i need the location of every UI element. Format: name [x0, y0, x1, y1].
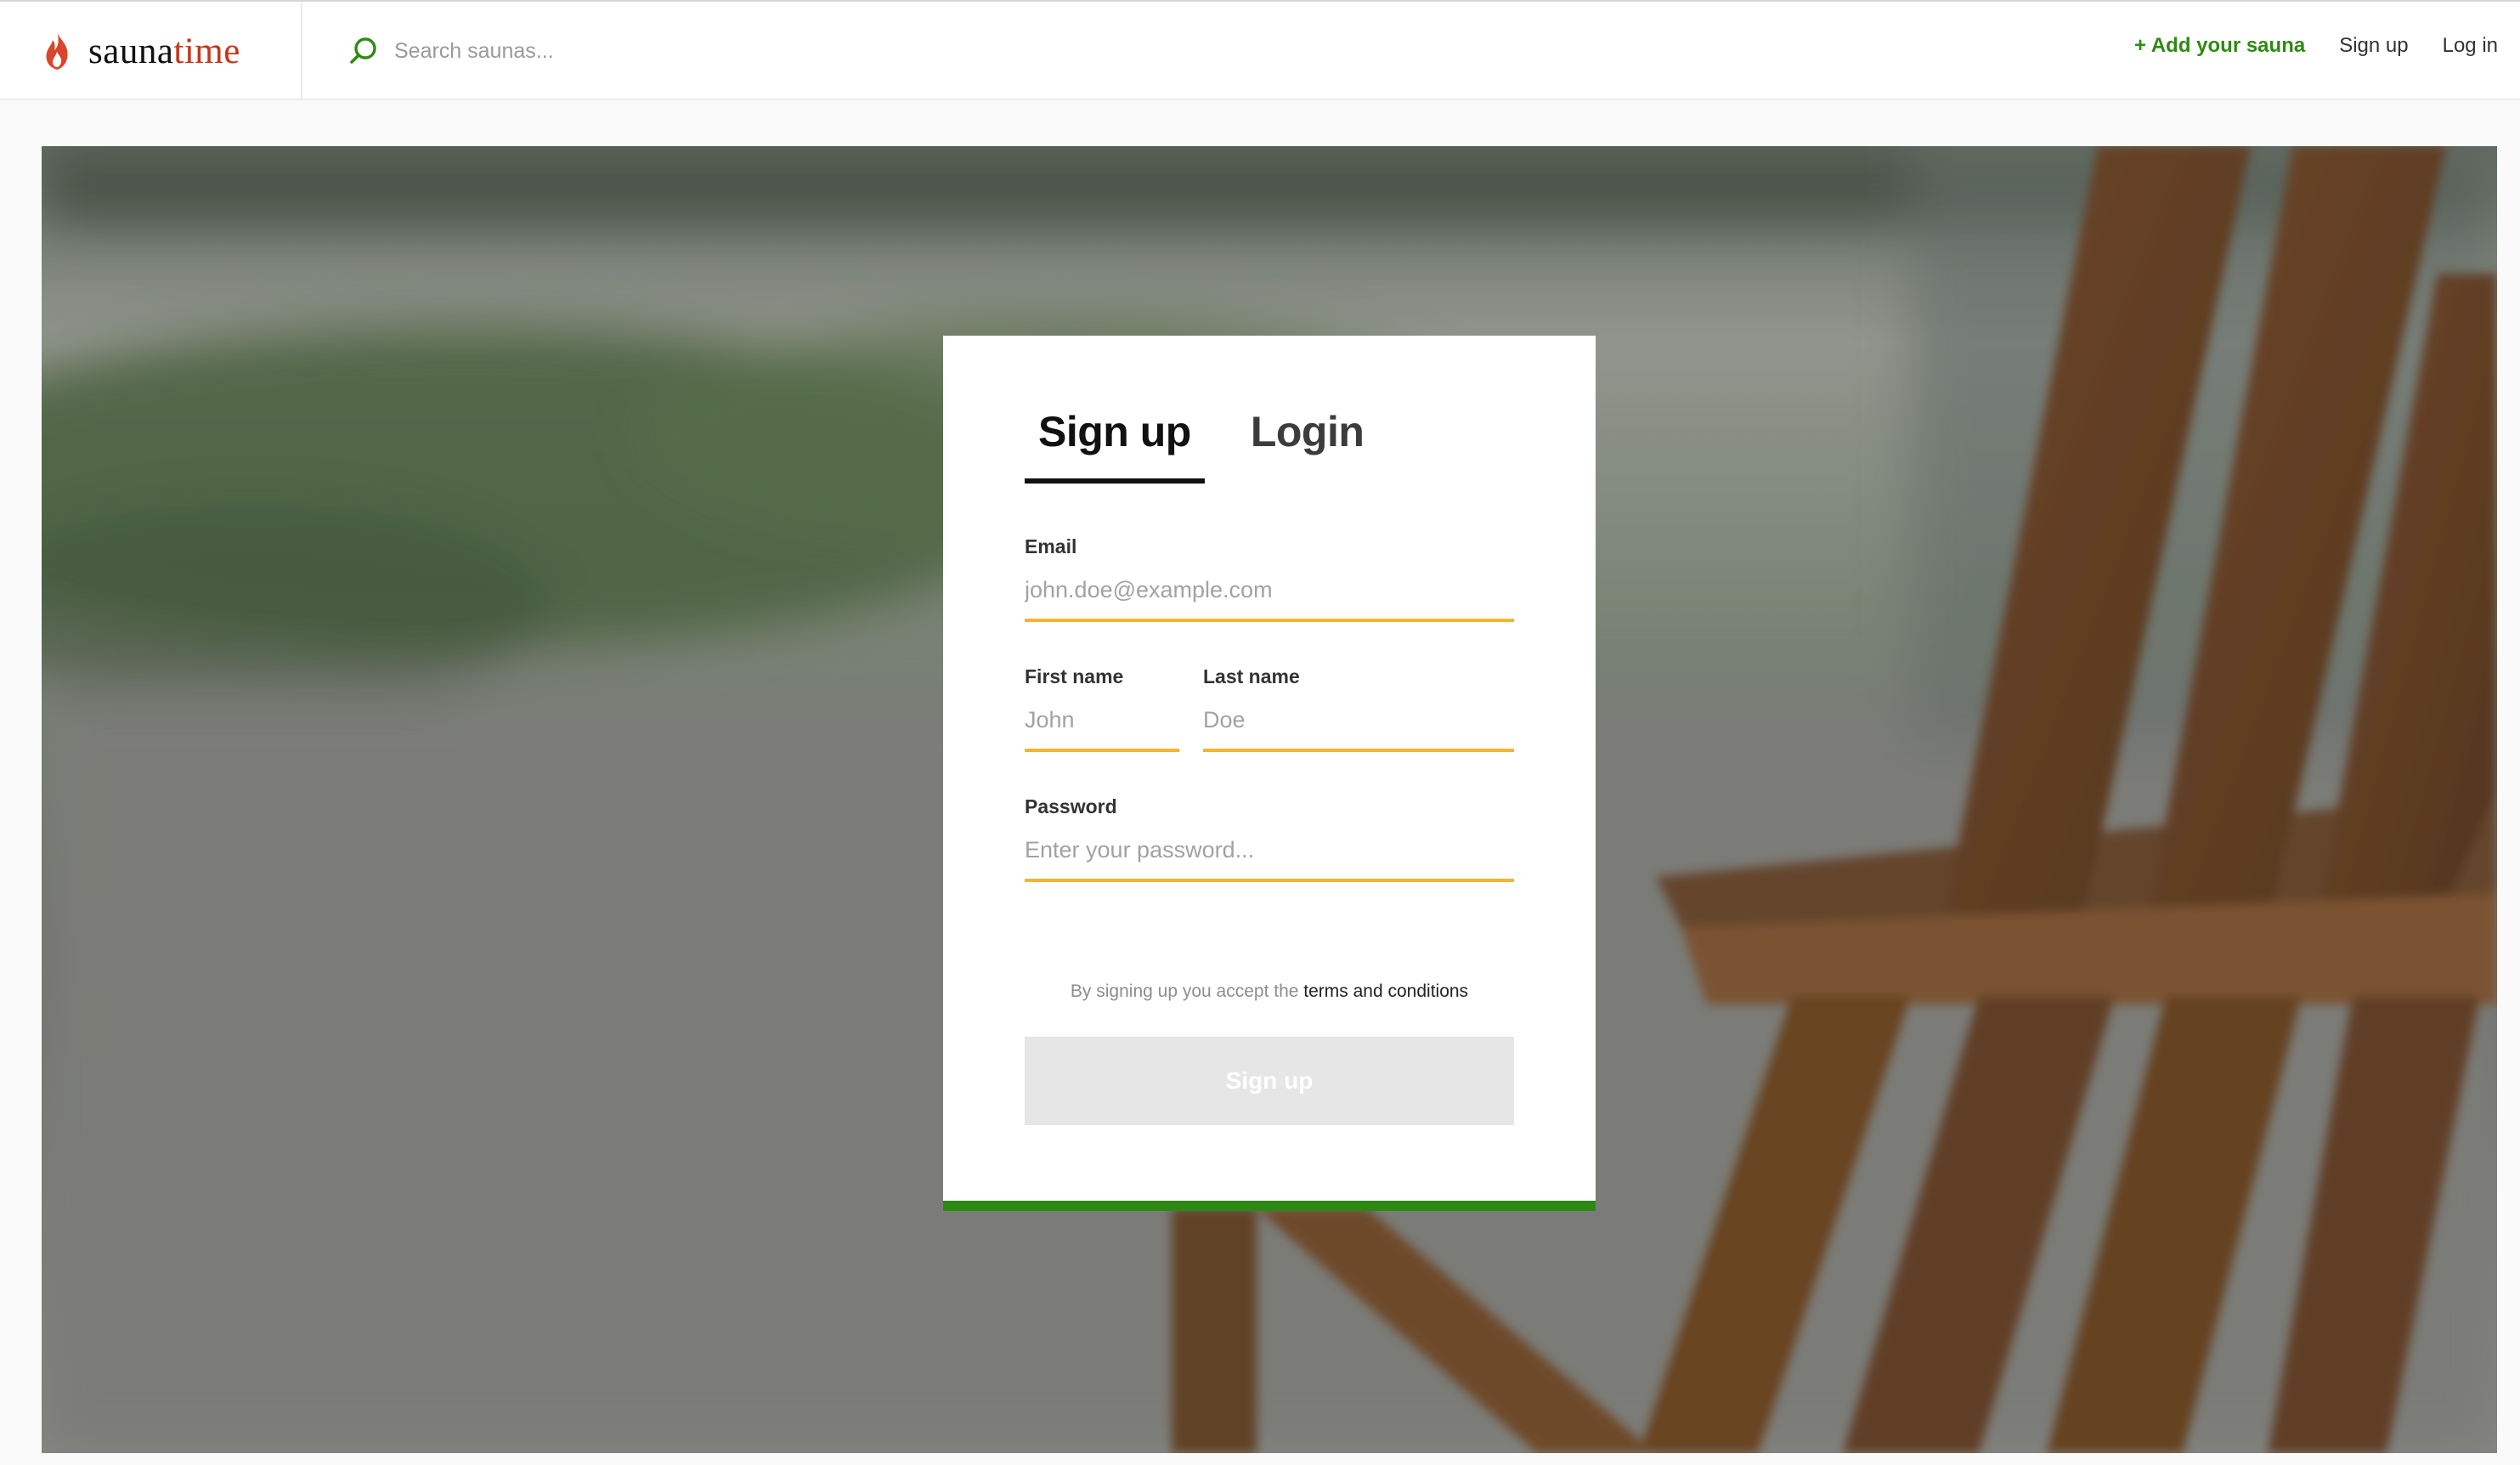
- logo[interactable]: saunatime: [39, 27, 240, 75]
- password-input[interactable]: [1025, 837, 1514, 882]
- header-divider: [301, 2, 302, 99]
- search-bar: [348, 34, 989, 68]
- password-label: Password: [1025, 795, 1117, 817]
- first-name-input[interactable]: [1025, 707, 1179, 752]
- auth-tabs: Sign up Login: [1025, 397, 1410, 484]
- search-icon[interactable]: [348, 36, 379, 66]
- email-input[interactable]: [1025, 577, 1514, 622]
- last-name-label: Last name: [1203, 665, 1300, 687]
- first-name-label: First name: [1025, 665, 1124, 687]
- terms-prefix: By signing up you accept the: [1070, 981, 1299, 1001]
- logo-word-time: time: [173, 31, 240, 71]
- terms-notice: By signing up you accept the terms and c…: [943, 981, 1596, 1002]
- last-name-input[interactable]: [1203, 707, 1514, 752]
- header-login-link[interactable]: Log in: [2443, 34, 2498, 58]
- terms-link[interactable]: terms and conditions: [1303, 981, 1468, 1001]
- auth-card: Sign up Login Email First name Last name…: [943, 336, 1596, 1211]
- email-field: Email: [1025, 535, 1514, 622]
- logo-wordmark: saunatime: [88, 31, 240, 72]
- email-label: Email: [1025, 535, 1077, 557]
- header-signup-link[interactable]: Sign up: [2339, 34, 2408, 58]
- first-name-field: First name: [1025, 665, 1179, 752]
- hero-background: Sign up Login Email First name Last name…: [42, 146, 2497, 1453]
- password-field: Password: [1025, 795, 1514, 882]
- sign-up-button[interactable]: Sign up: [1025, 1037, 1514, 1125]
- flame-icon: [46, 31, 68, 70]
- tab-login[interactable]: Login: [1237, 397, 1378, 484]
- site-header: saunatime + Add your sauna Sign up Log i…: [0, 2, 2520, 100]
- logo-word-sauna: sauna: [88, 31, 174, 71]
- tab-sign-up[interactable]: Sign up: [1025, 397, 1205, 484]
- search-input[interactable]: [394, 38, 989, 64]
- header-nav: + Add your sauna Sign up Log in: [2134, 34, 2498, 58]
- last-name-field: Last name: [1203, 665, 1514, 752]
- add-sauna-link[interactable]: + Add your sauna: [2134, 34, 2305, 58]
